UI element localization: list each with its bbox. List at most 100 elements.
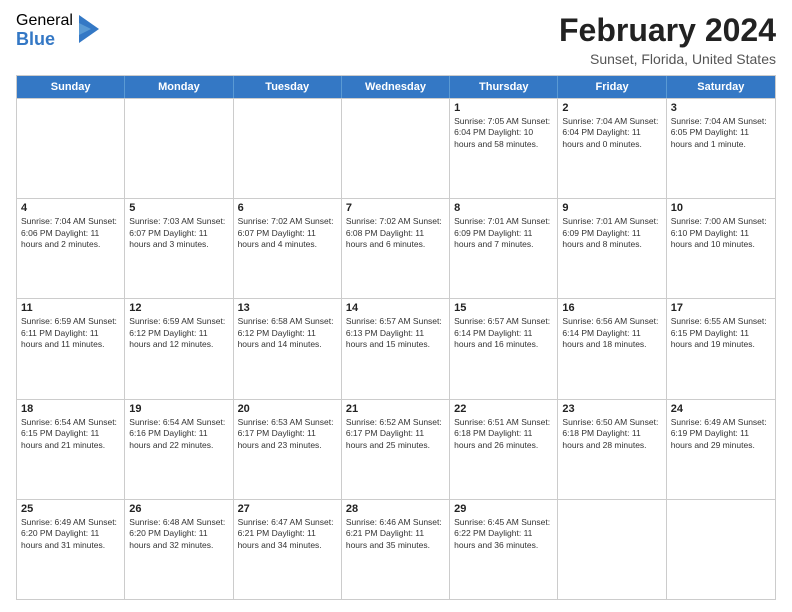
cell-day-number: 23	[562, 403, 661, 415]
calendar-cell	[234, 99, 342, 198]
cell-info-text: Sunrise: 7:00 AM Sunset: 6:10 PM Dayligh…	[671, 216, 771, 250]
cell-info-text: Sunrise: 7:01 AM Sunset: 6:09 PM Dayligh…	[562, 216, 661, 250]
weekday-header-wednesday: Wednesday	[342, 76, 450, 98]
cell-day-number: 16	[562, 302, 661, 314]
calendar-cell: 12 Sunrise: 6:59 AM Sunset: 6:12 PM Dayli…	[125, 299, 233, 398]
cell-day-number: 28	[346, 503, 445, 515]
cell-info-text: Sunrise: 7:05 AM Sunset: 6:04 PM Dayligh…	[454, 116, 553, 150]
cell-day-number: 3	[671, 102, 771, 114]
cell-info-text: Sunrise: 6:55 AM Sunset: 6:15 PM Dayligh…	[671, 316, 771, 350]
cell-info-text: Sunrise: 6:54 AM Sunset: 6:15 PM Dayligh…	[21, 417, 120, 451]
cell-day-number: 10	[671, 202, 771, 214]
calendar-cell: 25Sunrise: 6:49 AM Sunset: 6:20 PM Dayli…	[17, 500, 125, 599]
cell-info-text: Sunrise: 7:02 AM Sunset: 6:08 PM Dayligh…	[346, 216, 445, 250]
cell-info-text: Sunrise: 6:45 AM Sunset: 6:22 PM Dayligh…	[454, 517, 553, 551]
cell-day-number: 24	[671, 403, 771, 415]
cell-info-text: Sunrise: 6:47 AM Sunset: 6:21 PM Dayligh…	[238, 517, 337, 551]
calendar-row-2: 4 Sunrise: 7:04 AM Sunset: 6:06 PM Daylig…	[17, 198, 775, 298]
cell-day-number: 25	[21, 503, 120, 515]
calendar-cell: 9 Sunrise: 7:01 AM Sunset: 6:09 PM Daylig…	[558, 199, 666, 298]
calendar-cell: 28Sunrise: 6:46 AM Sunset: 6:21 PM Dayli…	[342, 500, 450, 599]
cell-day-number: 22	[454, 403, 553, 415]
calendar-cell	[558, 500, 666, 599]
cell-info-text: Sunrise: 6:58 AM Sunset: 6:12 PM Dayligh…	[238, 316, 337, 350]
calendar-row-4: 18 Sunrise: 6:54 AM Sunset: 6:15 PM Dayli…	[17, 399, 775, 499]
month-year-title: February 2024	[559, 12, 776, 49]
cell-info-text: Sunrise: 6:50 AM Sunset: 6:18 PM Dayligh…	[562, 417, 661, 451]
calendar-row-5: 25Sunrise: 6:49 AM Sunset: 6:20 PM Dayli…	[17, 499, 775, 599]
cell-info-text: Sunrise: 7:04 AM Sunset: 6:06 PM Dayligh…	[21, 216, 120, 250]
calendar-cell: 26Sunrise: 6:48 AM Sunset: 6:20 PM Dayli…	[125, 500, 233, 599]
cell-day-number: 8	[454, 202, 553, 214]
cell-info-text: Sunrise: 6:57 AM Sunset: 6:14 PM Dayligh…	[454, 316, 553, 350]
calendar-cell: 23 Sunrise: 6:50 AM Sunset: 6:18 PM Dayli…	[558, 400, 666, 499]
calendar-cell: 21Sunrise: 6:52 AM Sunset: 6:17 PM Dayli…	[342, 400, 450, 499]
cell-day-number: 18	[21, 403, 120, 415]
cell-info-text: Sunrise: 7:03 AM Sunset: 6:07 PM Dayligh…	[129, 216, 228, 250]
calendar-header: SundayMondayTuesdayWednesdayThursdayFrid…	[17, 76, 775, 98]
calendar-row-1: 1 Sunrise: 7:05 AM Sunset: 6:04 PM Daylig…	[17, 98, 775, 198]
calendar-cell: 17 Sunrise: 6:55 AM Sunset: 6:15 PM Dayli…	[667, 299, 775, 398]
calendar-row-3: 11 Sunrise: 6:59 AM Sunset: 6:11 PM Dayli…	[17, 298, 775, 398]
calendar-cell	[667, 500, 775, 599]
cell-day-number: 17	[671, 302, 771, 314]
calendar-cell: 24 Sunrise: 6:49 AM Sunset: 6:19 PM Dayli…	[667, 400, 775, 499]
weekday-header-sunday: Sunday	[17, 76, 125, 98]
cell-day-number: 27	[238, 503, 337, 515]
cell-day-number: 11	[21, 302, 120, 314]
calendar-cell: 6Sunrise: 7:02 AM Sunset: 6:07 PM Daylig…	[234, 199, 342, 298]
weekday-header-thursday: Thursday	[450, 76, 558, 98]
calendar-cell: 4 Sunrise: 7:04 AM Sunset: 6:06 PM Daylig…	[17, 199, 125, 298]
cell-info-text: Sunrise: 7:01 AM Sunset: 6:09 PM Dayligh…	[454, 216, 553, 250]
calendar-cell: 10 Sunrise: 7:00 AM Sunset: 6:10 PM Dayli…	[667, 199, 775, 298]
title-section: February 2024 Sunset, Florida, United St…	[559, 12, 776, 67]
cell-day-number: 29	[454, 503, 553, 515]
calendar-cell: 5 Sunrise: 7:03 AM Sunset: 6:07 PM Daylig…	[125, 199, 233, 298]
calendar-cell: 13Sunrise: 6:58 AM Sunset: 6:12 PM Dayli…	[234, 299, 342, 398]
calendar-cell: 14Sunrise: 6:57 AM Sunset: 6:13 PM Dayli…	[342, 299, 450, 398]
calendar-cell: 1 Sunrise: 7:05 AM Sunset: 6:04 PM Daylig…	[450, 99, 558, 198]
calendar-cell: 3 Sunrise: 7:04 AM Sunset: 6:05 PM Daylig…	[667, 99, 775, 198]
cell-info-text: Sunrise: 7:04 AM Sunset: 6:04 PM Dayligh…	[562, 116, 661, 150]
calendar-cell: 29 Sunrise: 6:45 AM Sunset: 6:22 PM Dayli…	[450, 500, 558, 599]
cell-day-number: 7	[346, 202, 445, 214]
cell-day-number: 19	[129, 403, 228, 415]
cell-info-text: Sunrise: 6:49 AM Sunset: 6:19 PM Dayligh…	[671, 417, 771, 451]
cell-info-text: Sunrise: 6:54 AM Sunset: 6:16 PM Dayligh…	[129, 417, 228, 451]
calendar-cell: 20 Sunrise: 6:53 AM Sunset: 6:17 PM Dayli…	[234, 400, 342, 499]
calendar-body: 1 Sunrise: 7:05 AM Sunset: 6:04 PM Daylig…	[17, 98, 775, 599]
cell-day-number: 9	[562, 202, 661, 214]
calendar-cell: 16 Sunrise: 6:56 AM Sunset: 6:14 PM Dayli…	[558, 299, 666, 398]
logo-icon	[75, 15, 99, 43]
cell-day-number: 2	[562, 102, 661, 114]
calendar-cell	[342, 99, 450, 198]
calendar: SundayMondayTuesdayWednesdayThursdayFrid…	[16, 75, 776, 600]
calendar-cell: 7 Sunrise: 7:02 AM Sunset: 6:08 PM Daylig…	[342, 199, 450, 298]
cell-info-text: Sunrise: 6:56 AM Sunset: 6:14 PM Dayligh…	[562, 316, 661, 350]
weekday-header-friday: Friday	[558, 76, 666, 98]
cell-info-text: Sunrise: 6:59 AM Sunset: 6:12 PM Dayligh…	[129, 316, 228, 350]
calendar-cell: 18 Sunrise: 6:54 AM Sunset: 6:15 PM Dayli…	[17, 400, 125, 499]
cell-info-text: Sunrise: 6:51 AM Sunset: 6:18 PM Dayligh…	[454, 417, 553, 451]
calendar-cell: 27 Sunrise: 6:47 AM Sunset: 6:21 PM Dayli…	[234, 500, 342, 599]
calendar-cell: 15 Sunrise: 6:57 AM Sunset: 6:14 PM Dayli…	[450, 299, 558, 398]
cell-day-number: 5	[129, 202, 228, 214]
calendar-cell	[17, 99, 125, 198]
logo-general: General	[16, 12, 73, 30]
cell-day-number: 6	[238, 202, 337, 214]
cell-day-number: 14	[346, 302, 445, 314]
logo: General Blue	[16, 12, 99, 49]
cell-info-text: Sunrise: 6:52 AM Sunset: 6:17 PM Dayligh…	[346, 417, 445, 451]
cell-info-text: Sunrise: 6:53 AM Sunset: 6:17 PM Dayligh…	[238, 417, 337, 451]
logo-text: General Blue	[16, 12, 73, 49]
cell-info-text: Sunrise: 7:04 AM Sunset: 6:05 PM Dayligh…	[671, 116, 771, 150]
cell-day-number: 20	[238, 403, 337, 415]
calendar-cell: 19 Sunrise: 6:54 AM Sunset: 6:16 PM Dayli…	[125, 400, 233, 499]
calendar-cell	[125, 99, 233, 198]
location-subtitle: Sunset, Florida, United States	[559, 51, 776, 67]
cell-day-number: 15	[454, 302, 553, 314]
cell-day-number: 1	[454, 102, 553, 114]
cell-info-text: Sunrise: 6:59 AM Sunset: 6:11 PM Dayligh…	[21, 316, 120, 350]
cell-day-number: 4	[21, 202, 120, 214]
cell-day-number: 12	[129, 302, 228, 314]
